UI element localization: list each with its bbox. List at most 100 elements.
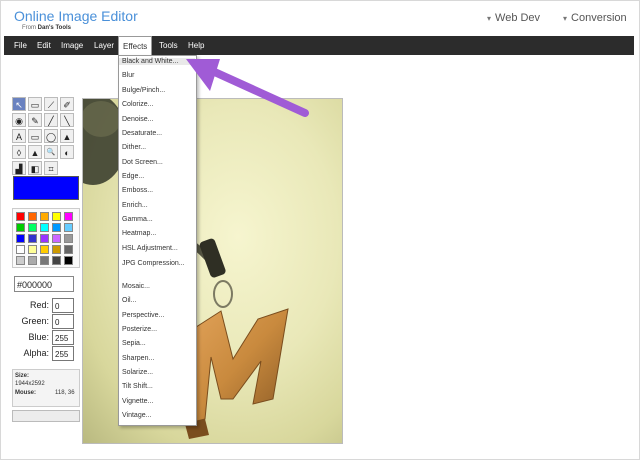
color-swatch[interactable] <box>40 234 49 243</box>
size-label: Size: <box>15 373 30 379</box>
app-title[interactable]: Online Image Editor <box>14 8 138 24</box>
green-label: Green: <box>21 316 49 326</box>
menu-item-gamma[interactable]: Gamma... <box>122 216 153 223</box>
color-swatch[interactable] <box>16 256 25 265</box>
menu-item-tilt-shift[interactable]: Tilt Shift... <box>122 383 153 390</box>
drop-icon[interactable]: ◊ <box>12 145 26 159</box>
sharpen-icon[interactable]: ▲ <box>28 145 42 159</box>
red-label: Red: <box>29 300 49 310</box>
color-swatch[interactable] <box>52 234 61 243</box>
color-swatch[interactable] <box>16 223 25 232</box>
menu-item-edge[interactable]: Edge... <box>122 173 144 180</box>
brush-icon[interactable]: ╱ <box>44 113 58 127</box>
color-swatch[interactable] <box>52 223 61 232</box>
menu-item-dither[interactable]: Dither... <box>122 144 146 151</box>
menu-effects[interactable]: Effects <box>118 36 153 55</box>
color-swatch[interactable] <box>16 234 25 243</box>
subtitle-brand[interactable]: Dan's Tools <box>38 25 71 31</box>
menu-item-heatmap[interactable]: Heatmap... <box>122 230 156 237</box>
color-swatch[interactable] <box>28 234 37 243</box>
crop-icon[interactable]: ⌗ <box>44 161 58 175</box>
web-dev-link[interactable]: ▾ Web Dev <box>487 12 540 24</box>
menu-item-posterize[interactable]: Posterize... <box>122 326 157 333</box>
web-dev-label: Web Dev <box>495 12 541 24</box>
menu-image[interactable]: Image <box>57 36 87 55</box>
red-field[interactable]: 0 <box>52 298 74 313</box>
panel-scrollbar[interactable] <box>12 410 80 422</box>
color-swatch[interactable] <box>52 212 61 221</box>
menu-item-desaturate[interactable]: Desaturate... <box>122 130 162 137</box>
color-swatch[interactable] <box>40 256 49 265</box>
menu-item-solarize[interactable]: Solarize... <box>122 369 153 376</box>
conversion-link[interactable]: ▾ Conversion <box>563 12 627 24</box>
menu-edit[interactable]: Edit <box>33 36 55 55</box>
color-swatch[interactable] <box>28 256 37 265</box>
color-swatch[interactable] <box>52 256 61 265</box>
menu-item-blur[interactable]: Blur <box>122 72 134 79</box>
text-icon[interactable]: A <box>12 129 26 143</box>
color-swatch[interactable] <box>28 212 37 221</box>
menu-item-vignette[interactable]: Vignette... <box>122 398 153 405</box>
menu-item-sepia[interactable]: Sepia... <box>122 340 146 347</box>
menu-item-colorize[interactable]: Colorize... <box>122 101 154 108</box>
menu-item-hsl-adjustment[interactable]: HSL Adjustment... <box>122 245 178 252</box>
subtitle-prefix: From <box>22 25 36 31</box>
color-swatch[interactable] <box>40 212 49 221</box>
menu-item-bulge-pinch[interactable]: Bulge/Pinch... <box>122 87 165 94</box>
menu-item-perspective[interactable]: Perspective... <box>122 312 164 319</box>
color-swatch[interactable] <box>64 212 73 221</box>
color-swatch[interactable] <box>16 212 25 221</box>
menu-item-vintage[interactable]: Vintage... <box>122 412 151 419</box>
color-swatch[interactable] <box>28 245 37 254</box>
color-palette <box>12 208 80 268</box>
menu-layer[interactable]: Layer <box>90 36 118 55</box>
color-swatch[interactable] <box>64 234 73 243</box>
mouse-label: Mouse: <box>15 390 36 396</box>
alpha-field[interactable]: 255 <box>52 346 74 361</box>
menu-item-mosaic[interactable]: Mosaic... <box>122 283 150 290</box>
color-swatch[interactable] <box>64 256 73 265</box>
ellipse-icon[interactable]: ◯ <box>44 129 58 143</box>
zoom-icon[interactable]: 🔍 <box>44 145 58 159</box>
fill-icon[interactable]: ◉ <box>12 113 26 127</box>
menu-help[interactable]: Help <box>184 36 208 55</box>
eyedropper-icon[interactable]: ✎ <box>28 113 42 127</box>
color-swatch[interactable] <box>28 223 37 232</box>
eraser-icon[interactable]: ✐ <box>60 97 74 111</box>
primary-color-preview[interactable] <box>13 176 79 200</box>
burn-icon[interactable]: ▟ <box>12 161 26 175</box>
spray-icon[interactable]: ▲ <box>60 129 74 143</box>
menu-item-denoise[interactable]: Denoise... <box>122 116 154 123</box>
rect-select-icon[interactable]: ▭ <box>28 97 42 111</box>
gradient-icon[interactable]: ◧ <box>28 161 42 175</box>
menu-item-dot-screen[interactable]: Dot Screen... <box>122 159 163 166</box>
color-swatch[interactable] <box>64 223 73 232</box>
color-swatch[interactable] <box>40 245 49 254</box>
size-value: 1944x2592 <box>15 381 45 387</box>
menu-item-sharpen[interactable]: Sharpen... <box>122 355 154 362</box>
menu-item-oil[interactable]: Oil... <box>122 297 136 304</box>
line-icon[interactable]: ╲ <box>60 113 74 127</box>
green-field[interactable]: 0 <box>52 314 74 329</box>
menu-file[interactable]: File <box>10 36 31 55</box>
chevron-down-icon: ▾ <box>563 14 568 23</box>
color-swatch[interactable] <box>16 245 25 254</box>
menu-item-emboss[interactable]: Emboss... <box>122 187 153 194</box>
menu-tools[interactable]: Tools <box>155 36 182 55</box>
hex-color-field[interactable]: #000000 <box>14 276 74 292</box>
blue-field[interactable]: 255 <box>52 330 74 345</box>
menu-bar: File Edit Image Layer Effects Tools Help <box>4 36 634 55</box>
color-swatch[interactable] <box>64 245 73 254</box>
alpha-label: Alpha: <box>23 348 49 358</box>
menu-item-enrich[interactable]: Enrich... <box>122 202 148 209</box>
image-info-panel: Size: 1944x2592 Mouse: 118, 36 <box>12 369 80 407</box>
smudge-icon[interactable]: ◐ <box>60 145 74 159</box>
rectangle-icon[interactable]: ▭ <box>28 129 42 143</box>
magic-wand-icon[interactable]: ⟋ <box>44 97 58 111</box>
color-swatch[interactable] <box>52 245 61 254</box>
arrow-shaft <box>204 65 309 117</box>
conversion-label: Conversion <box>571 12 627 24</box>
menu-item-jpg-compression[interactable]: JPG Compression... <box>122 259 194 268</box>
pointer-icon[interactable]: ↖ <box>12 97 26 111</box>
color-swatch[interactable] <box>40 223 49 232</box>
